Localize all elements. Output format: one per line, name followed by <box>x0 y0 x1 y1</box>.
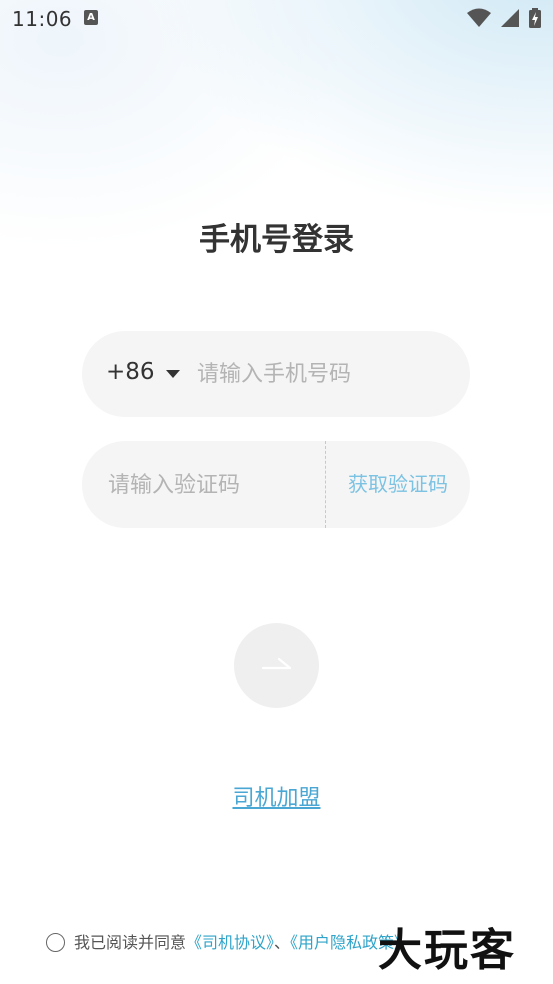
battery-charging-icon <box>529 8 541 28</box>
wifi-icon <box>467 8 491 27</box>
status-time: 11:06 <box>12 7 73 31</box>
cell-signal-icon <box>501 9 519 27</box>
phone-number-input[interactable] <box>197 355 447 393</box>
agreement-text: 我已阅读并同意《司机协议》、《用户隐私政策》 <box>74 932 410 953</box>
submit-login-button[interactable] <box>234 623 319 708</box>
agreement-separator: 、 <box>274 933 291 952</box>
phone-field: +86 <box>82 331 470 417</box>
arrow-right-icon <box>261 657 292 670</box>
driver-agreement-link[interactable]: 《司机协议》 <box>186 933 274 952</box>
country-code-selector[interactable]: +86 <box>106 359 155 385</box>
agreement-prefix: 我已阅读并同意 <box>74 933 187 952</box>
caret-down-icon[interactable] <box>166 370 180 378</box>
get-code-button[interactable]: 获取验证码 <box>326 441 470 528</box>
watermark-logo: 大玩客 <box>378 925 516 976</box>
verification-code-input[interactable] <box>108 466 318 504</box>
status-bar: 11:06 A <box>0 0 553 38</box>
driver-join-link[interactable]: 司机加盟 <box>232 786 320 811</box>
a-notification-icon: A <box>84 10 98 25</box>
driver-join-container: 司机加盟 <box>0 780 553 812</box>
verification-code-field: 获取验证码 <box>82 441 470 528</box>
agree-checkbox[interactable] <box>46 933 65 952</box>
page-title: 手机号登录 <box>199 222 354 258</box>
